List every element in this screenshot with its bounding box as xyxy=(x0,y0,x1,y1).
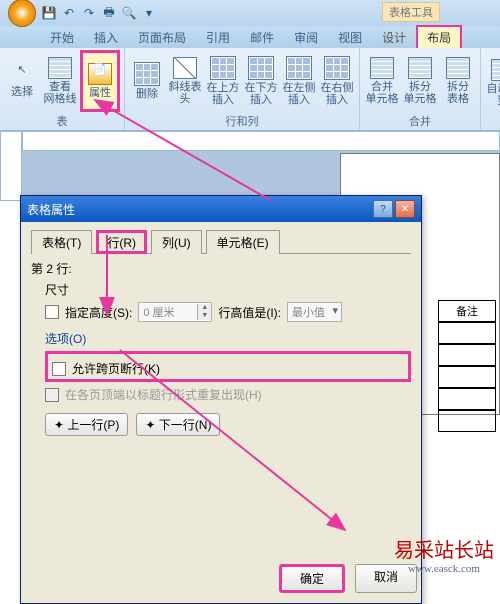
tab-review[interactable]: 审阅 xyxy=(284,26,328,48)
next-row-button[interactable]: ✦ 下一行(N) xyxy=(136,413,220,436)
document-area xyxy=(0,131,500,201)
dialog-titlebar[interactable]: 表格属性 ? ✕ xyxy=(21,196,421,222)
merge-cells-button[interactable]: 合并 单元格 xyxy=(364,50,400,112)
allow-break-checkbox[interactable] xyxy=(52,362,66,376)
specify-height-checkbox[interactable] xyxy=(45,305,59,319)
height-input[interactable] xyxy=(139,304,197,320)
table-properties-dialog: 表格属性 ? ✕ 表格(T) 行(R) 列(U) 单元格(E) 第 2 行: 尺… xyxy=(20,195,422,604)
help-button[interactable]: ? xyxy=(373,200,393,218)
delete-button[interactable]: 删除 xyxy=(129,50,165,112)
repeat-header-label: 在各页顶端以标题行形式重复出现(H) xyxy=(65,386,262,403)
options-label: 选项(O) xyxy=(45,330,411,347)
table-row[interactable] xyxy=(438,366,496,388)
height-is-label: 行高值是(I): xyxy=(218,304,281,321)
tab-column[interactable]: 列(U) xyxy=(151,230,202,254)
insert-below-button[interactable]: 在下方 插入 xyxy=(243,50,279,112)
qat-dropdown-icon[interactable]: ▾ xyxy=(142,6,156,20)
tab-home[interactable]: 开始 xyxy=(40,26,84,48)
tab-table[interactable]: 表格(T) xyxy=(31,230,92,254)
split-table-button[interactable]: 拆分 表格 xyxy=(440,50,476,112)
group-label-merge: 合并 xyxy=(364,112,476,130)
properties-button[interactable]: 📄属性 xyxy=(80,50,120,112)
group-label-table: 表 xyxy=(4,112,120,130)
view-gridlines-button[interactable]: 查看 网格线 xyxy=(42,50,78,112)
insert-right-button[interactable]: 在右侧 插入 xyxy=(319,50,355,112)
allow-break-label: 允许跨页断行(K) xyxy=(72,360,160,377)
select-button[interactable]: ↖选择 xyxy=(4,50,40,112)
prev-row-button[interactable]: ✦ 上一行(P) xyxy=(45,413,128,436)
contextual-tab-label: 表格工具 xyxy=(382,2,440,22)
tab-cell[interactable]: 单元格(E) xyxy=(206,230,280,254)
horizontal-ruler[interactable] xyxy=(22,131,500,151)
tab-insert[interactable]: 插入 xyxy=(84,26,128,48)
close-button[interactable]: ✕ xyxy=(395,200,415,218)
preview-icon[interactable]: 🔍 xyxy=(122,6,136,20)
allow-break-row-highlight: 允许跨页断行(K) xyxy=(45,351,411,382)
ok-button[interactable]: 确定 xyxy=(279,564,345,593)
watermark: 易采站长站 www.easck.com xyxy=(394,534,494,575)
table-header: 备注 xyxy=(438,300,496,322)
watermark-text-cn: 易采站长站 xyxy=(394,534,494,563)
redo-icon[interactable]: ↷ xyxy=(82,6,96,20)
dialog-tabstrip: 表格(T) 行(R) 列(U) 单元格(E) xyxy=(31,230,411,254)
dialog-title: 表格属性 xyxy=(27,201,75,218)
tab-row[interactable]: 行(R) xyxy=(96,230,147,254)
specify-height-label: 指定高度(S): xyxy=(65,304,132,321)
tab-references[interactable]: 引用 xyxy=(196,26,240,48)
ribbon-tabs: 开始 插入 页面布局 引用 邮件 审阅 视图 设计 布局 xyxy=(0,26,500,48)
insert-above-button[interactable]: 在上方 插入 xyxy=(205,50,241,112)
tab-page-layout[interactable]: 页面布局 xyxy=(128,26,196,48)
diagonal-header-button[interactable]: 斜线表头 xyxy=(167,50,203,112)
split-cells-button[interactable]: 拆分 单元格 xyxy=(402,50,438,112)
insert-left-button[interactable]: 在左侧 插入 xyxy=(281,50,317,112)
spin-up-icon: ▲ xyxy=(197,304,211,312)
table-row[interactable] xyxy=(438,388,496,410)
tab-mail[interactable]: 邮件 xyxy=(240,26,284,48)
row-heading: 第 2 行: xyxy=(31,260,411,277)
save-icon[interactable]: 💾 xyxy=(42,6,56,20)
ribbon: ↖选择 查看 网格线 📄属性 表 删除 斜线表头 在上方 插入 在下方 插入 在… xyxy=(0,48,500,131)
table-row[interactable] xyxy=(438,410,496,432)
repeat-header-checkbox xyxy=(45,388,59,402)
group-label-rows-cols: 行和列 xyxy=(129,112,355,130)
height-rule-select[interactable]: 最小值 xyxy=(287,302,342,322)
table-row[interactable] xyxy=(438,322,496,344)
office-button[interactable] xyxy=(8,0,36,27)
watermark-text-en: www.easck.com xyxy=(394,563,494,575)
vertical-ruler[interactable] xyxy=(0,131,22,201)
size-label: 尺寸 xyxy=(45,281,411,298)
tab-table-layout[interactable]: 布局 xyxy=(416,25,462,48)
undo-icon[interactable]: ↶ xyxy=(62,6,76,20)
spin-down-icon: ▼ xyxy=(197,312,211,320)
tab-design[interactable]: 设计 xyxy=(372,26,416,48)
tab-view[interactable]: 视图 xyxy=(328,26,372,48)
print-icon[interactable]: 🖶 xyxy=(102,6,116,20)
autofit-button[interactable]: 自动调整 xyxy=(485,50,500,116)
document-table[interactable]: 备注 xyxy=(438,300,496,432)
table-row[interactable] xyxy=(438,344,496,366)
height-spinner[interactable]: ▲▼ xyxy=(138,302,212,322)
